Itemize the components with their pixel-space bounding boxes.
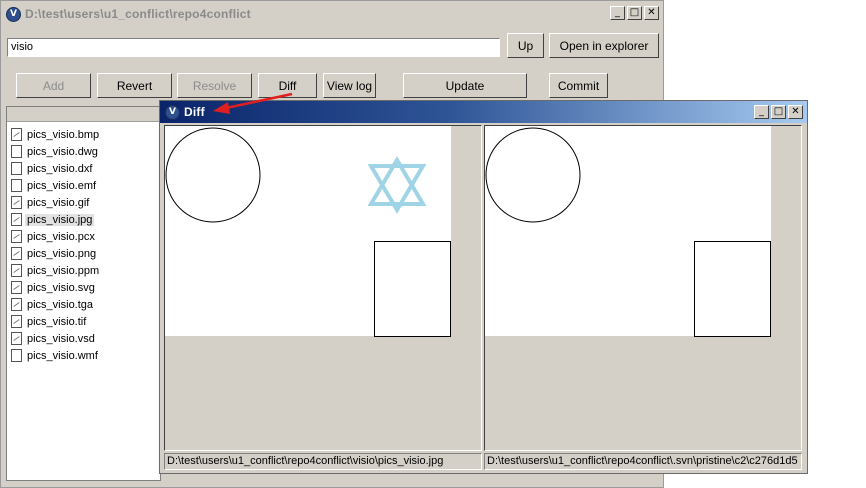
file-icon (11, 349, 22, 362)
file-name: pics_visio.svg (27, 281, 95, 294)
file-name: pics_visio.tga (27, 298, 94, 311)
add-button[interactable]: Add (16, 73, 91, 98)
image-file-icon (11, 128, 22, 141)
image-file-icon (11, 332, 22, 345)
file-name: pics_visio.gif (27, 196, 90, 209)
diff-minimize-icon[interactable]: _ (754, 105, 769, 119)
file-icon (11, 145, 22, 158)
image-file-icon (11, 298, 22, 311)
file-name: pics_visio.dwg (27, 145, 98, 158)
file-list-item[interactable]: pics_visio.wmf (7, 347, 160, 364)
file-list-header[interactable] (7, 107, 160, 122)
diff-button[interactable]: Diff (258, 73, 317, 98)
file-list-item[interactable]: pics_visio.svg (7, 279, 160, 296)
file-name: pics_visio.bmp (27, 128, 100, 141)
right-rectangle-shape (694, 241, 771, 337)
file-list-item[interactable]: pics_visio.emf (7, 177, 160, 194)
file-name: pics_visio.jpg (25, 213, 95, 226)
minimize-icon[interactable]: _ (610, 6, 625, 20)
diff-window: V Diff _ □ ✕ D:\test\users\u1_conflict\r… (159, 100, 808, 474)
file-name: pics_visio.tif (27, 315, 87, 328)
file-list-item[interactable]: pics_visio.bmp (7, 126, 160, 143)
diff-title-bar[interactable]: V Diff _ □ ✕ (160, 101, 807, 123)
revert-button[interactable]: Revert (97, 73, 172, 98)
file-list-item[interactable]: pics_visio.ppm (7, 262, 160, 279)
file-list-item[interactable]: pics_visio.vsd (7, 330, 160, 347)
image-file-icon (11, 230, 22, 243)
diff-close-icon[interactable]: ✕ (788, 105, 803, 119)
right-file-path: D:\test\users\u1_conflict\repo4conflict\… (484, 453, 802, 470)
view-log-button[interactable]: View log (323, 73, 376, 98)
main-title-bar[interactable]: V D:\test\users\u1_conflict\repo4conflic… (1, 1, 663, 27)
resolve-button[interactable]: Resolve (177, 73, 252, 98)
path-input[interactable]: visio (7, 38, 500, 57)
commit-button[interactable]: Commit (549, 73, 608, 98)
right-image (485, 126, 771, 337)
file-list-item[interactable]: pics_visio.dxf (7, 160, 160, 177)
up-button[interactable]: Up (507, 33, 544, 58)
main-window-title: D:\test\users\u1_conflict\repo4conflict (25, 7, 251, 21)
file-icon (11, 162, 22, 175)
file-list-item[interactable]: pics_visio.png (7, 245, 160, 262)
file-list-item[interactable]: pics_visio.tif (7, 313, 160, 330)
file-list-item[interactable]: pics_visio.tga (7, 296, 160, 313)
close-icon[interactable]: ✕ (644, 6, 659, 20)
file-list-item[interactable]: pics_visio.pcx (7, 228, 160, 245)
left-image-pane[interactable] (164, 125, 482, 451)
open-in-explorer-button[interactable]: Open in explorer (549, 33, 659, 58)
image-file-icon (11, 213, 22, 226)
diff-app-logo-icon: V (165, 104, 180, 120)
file-list-item[interactable]: pics_visio.gif (7, 194, 160, 211)
app-logo-icon: V (6, 6, 21, 22)
file-list[interactable]: pics_visio.bmp pics_visio.dwg pics_visio.d… (6, 106, 161, 481)
image-file-icon (11, 315, 22, 328)
image-file-icon (11, 247, 22, 260)
file-list-item[interactable]: pics_visio.dwg (7, 143, 160, 160)
file-list-item[interactable]: pics_visio.jpg (7, 211, 160, 228)
maximize-icon[interactable]: □ (627, 6, 642, 20)
image-file-icon (11, 264, 22, 277)
file-name: pics_visio.wmf (27, 349, 98, 362)
image-file-icon (11, 196, 22, 209)
left-image (165, 126, 451, 337)
file-icon (11, 179, 22, 192)
file-name: pics_visio.ppm (27, 264, 100, 277)
file-name: pics_visio.dxf (27, 162, 93, 175)
file-name: pics_visio.emf (27, 179, 97, 192)
left-circle-shape (165, 127, 261, 223)
left-file-path: D:\test\users\u1_conflict\repo4conflict\… (164, 453, 482, 470)
right-circle-shape (485, 127, 581, 223)
diff-maximize-icon[interactable]: □ (771, 105, 786, 119)
diff-window-title: Diff (184, 105, 205, 119)
file-name: pics_visio.vsd (27, 332, 95, 345)
file-name: pics_visio.png (27, 247, 97, 260)
file-name: pics_visio.pcx (27, 230, 95, 243)
right-image-pane[interactable] (484, 125, 802, 451)
left-rectangle-shape (374, 241, 451, 337)
update-button[interactable]: Update (403, 73, 527, 98)
image-file-icon (11, 281, 22, 294)
